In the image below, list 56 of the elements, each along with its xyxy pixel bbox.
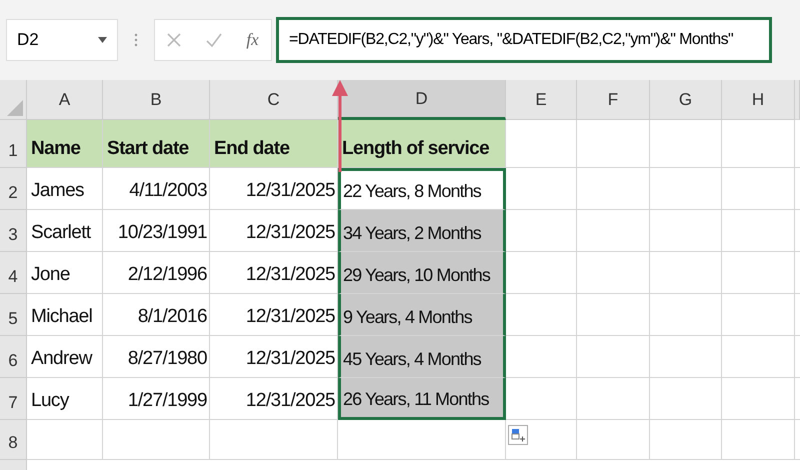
table-cell: 10/23/1991 [103,210,210,252]
row-header[interactable]: 3 [0,210,27,252]
row-header[interactable]: 5 [0,294,27,336]
row-header[interactable]: 7 [0,378,27,420]
table-cell[interactable]: 29 Years, 10 Months [338,252,506,294]
table-cell: 8/1/2016 [103,294,210,336]
table-cell: 8/27/1980 [103,336,210,378]
quick-analysis-icon[interactable] [508,425,528,445]
table-cell: 4/11/2003 [103,168,210,210]
table-cell: Scarlett [27,210,103,252]
row-header[interactable]: 8 [0,420,27,460]
cancel-icon[interactable] [167,33,182,47]
header-cell: Start date [103,120,210,168]
header-cell: Length of service [338,120,506,168]
empty-cell [650,168,722,210]
empty-cell [650,378,722,420]
column-header[interactable]: H [722,80,795,120]
select-all-corner[interactable] [0,80,27,120]
table-cell[interactable]: 45 Years, 4 Months [338,336,506,378]
table-cell[interactable]: 26 Years, 11 Months [338,378,506,420]
triangle-icon[interactable] [7,100,23,116]
empty-cell [650,120,722,168]
row-header[interactable]: 4 [0,252,27,294]
caret-icon [98,37,107,43]
row-header[interactable]: 6 [0,336,27,378]
more-icon [134,33,138,47]
column-header[interactable]: B [103,80,210,120]
header-cell: End date [210,120,338,168]
table-cell: Michael [27,294,103,336]
name-box[interactable]: D2 [6,19,118,61]
header-cell: Name [27,120,103,168]
table-cell: Andrew [27,336,103,378]
empty-cell [650,252,722,294]
empty-cell [650,336,722,378]
empty-cell [650,210,722,252]
check-icon[interactable] [206,33,222,47]
column-header[interactable]: D [338,80,506,120]
table-cell: Jone [27,252,103,294]
row-header[interactable]: 1 [0,120,27,168]
function-button[interactable]: fx [246,30,259,50]
empty-cell [650,294,722,336]
table-cell: 2/12/1996 [103,252,210,294]
row-header[interactable]: 2 [0,168,27,210]
table-cell[interactable]: 9 Years, 4 Months [338,294,506,336]
table-cell: James [27,168,103,210]
table-cell[interactable]: 34 Years, 2 Months [338,210,506,252]
column-header[interactable]: F [577,80,650,120]
formula-field[interactable]: =DATEDIF(B2,C2,"y")&" Years, "&DATEDIF(B2,C2,"ym")&" Months" [276,17,772,63]
column-header[interactable]: A [27,80,103,120]
table-cell[interactable]: 22 Years, 8 Months [338,168,506,210]
column-header[interactable]: G [650,80,722,120]
empty-cell [650,420,722,460]
column-header[interactable]: C [210,80,338,120]
table-cell: 1/27/1999 [103,378,210,420]
column-header[interactable]: E [506,80,577,120]
table-cell: Lucy [27,378,103,420]
